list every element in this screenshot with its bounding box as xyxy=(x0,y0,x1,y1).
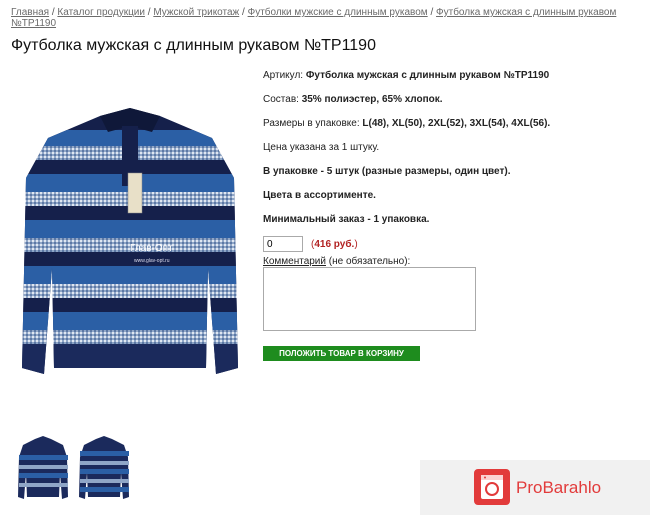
article-label: Артикул: xyxy=(263,70,304,81)
add-to-cart-button[interactable]: ПОЛОЖИТЬ ТОВАР В КОРЗИНУ xyxy=(263,346,420,361)
quantity-input[interactable] xyxy=(263,236,303,252)
thumbnail-1[interactable] xyxy=(17,433,69,503)
article-row: Артикул: Футболка мужская с длинным рука… xyxy=(263,70,549,81)
composition-row: Состав: 35% полиэстер, 65% хлопок. xyxy=(263,94,443,105)
breadcrumb: Главная / Каталог продукции / Мужской тр… xyxy=(11,7,636,29)
page-title: Футболка мужская с длинным рукавом №TP11… xyxy=(11,37,376,54)
comment-field[interactable] xyxy=(263,267,476,331)
thumbnail-2[interactable] xyxy=(78,433,130,503)
comment-link[interactable]: Комментарий xyxy=(263,256,326,267)
min-order: Минимальный заказ - 1 упаковка. xyxy=(263,214,429,225)
watermark-site: www.glav-opt.ru xyxy=(134,258,170,264)
comment-optional: (не обязательно): xyxy=(325,256,411,267)
comment-label: Комментарий (не обязательно): xyxy=(263,256,410,267)
colors-note-text: Цвета в ассортименте. xyxy=(263,190,376,201)
price-close: ) xyxy=(354,239,358,250)
pack-info: В упаковке - 5 штук (разные размеры, оди… xyxy=(263,166,511,177)
price-note: Цена указана за 1 штуку. xyxy=(263,142,380,153)
price-value: 416 руб. xyxy=(314,239,355,250)
breadcrumb-home[interactable]: Главная xyxy=(11,7,49,18)
composition-value: 35% полиэстер, 65% хлопок. xyxy=(301,94,443,105)
min-order-text: Минимальный заказ - 1 упаковка. xyxy=(263,214,430,225)
sizes-label: Размеры в упаковке: xyxy=(263,118,360,129)
watermark-brand: Глав-Опт xyxy=(130,243,173,254)
price: (416 руб.) xyxy=(311,239,358,250)
breadcrumb-separator: / xyxy=(242,7,245,18)
breadcrumb-knitwear[interactable]: Мужской трикотаж xyxy=(153,7,239,18)
sizes-value: L(48), XL(50), 2XL(52), 3XL(54), 4XL(56)… xyxy=(362,118,551,129)
composition-label: Состав: xyxy=(263,94,299,105)
breadcrumb-separator: / xyxy=(147,7,151,18)
colors-note: Цвета в ассортименте. xyxy=(263,190,376,201)
sizes-row: Размеры в упаковке: L(48), XL(50), 2XL(5… xyxy=(263,118,550,129)
breadcrumb-separator: / xyxy=(430,7,434,18)
washing-machine-icon xyxy=(474,469,510,505)
pack-info-text: В упаковке - 5 штук (разные размеры, оди… xyxy=(263,166,511,177)
product-image[interactable]: Глав-Опт www.glav-opt.ru xyxy=(12,68,248,398)
breadcrumb-separator: / xyxy=(51,7,55,18)
breadcrumb-longsleeve[interactable]: Футболки мужские с длинным рукавом xyxy=(248,7,428,18)
probarahlo-label: ProBarahlo xyxy=(516,478,602,497)
article-value: Футболка мужская с длинным рукавом №TP11… xyxy=(305,70,550,81)
breadcrumb-catalog[interactable]: Каталог продукции xyxy=(57,7,145,18)
